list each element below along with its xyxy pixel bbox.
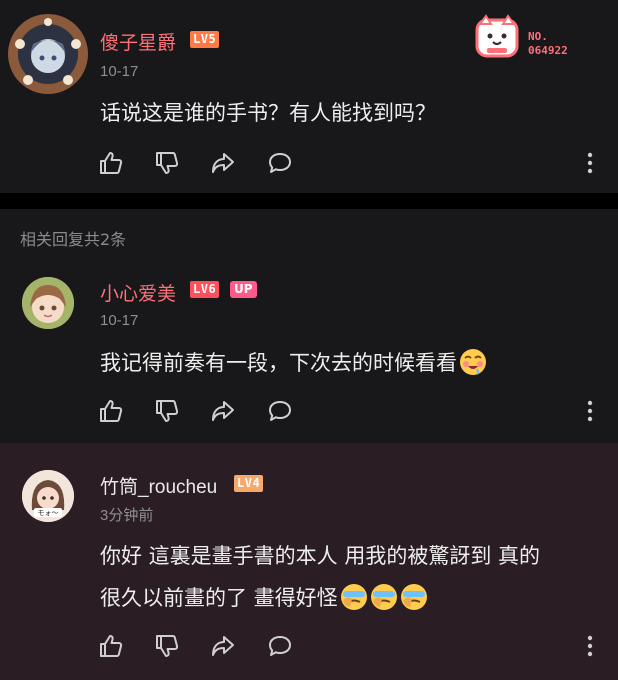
comment-text-line: 很久以前畫的了 畫得好怪 — [100, 577, 610, 619]
up-tag: UP — [230, 281, 257, 298]
comment-bubble-icon — [269, 401, 291, 421]
facepalm-face-icon — [340, 583, 368, 611]
thumbs-down-icon — [156, 400, 179, 422]
level-badge: LV4 — [234, 475, 264, 492]
thumbs-up-icon — [100, 400, 123, 422]
username[interactable]: 小心爱美 — [100, 279, 176, 306]
like-button[interactable] — [98, 398, 124, 424]
dislike-button[interactable] — [154, 633, 180, 659]
avatar-frame-icon — [8, 14, 88, 94]
share-icon — [212, 153, 234, 173]
comment-time: 10-17 — [100, 312, 139, 329]
avatar[interactable]: モォ～ — [22, 470, 74, 522]
share-button[interactable] — [210, 150, 236, 176]
share-icon — [212, 636, 234, 656]
share-button[interactable] — [210, 398, 236, 424]
facepalm-face-icon — [370, 583, 398, 611]
fan-badge-label: NO. — [528, 30, 548, 43]
comment-time: 3分钟前 — [100, 507, 154, 524]
dislike-button[interactable] — [154, 398, 180, 424]
comment-bubble-icon — [269, 636, 291, 656]
level-badge: LV5 — [190, 31, 220, 48]
facepalm-face-icon — [400, 583, 428, 611]
thumbs-down-icon — [156, 635, 179, 657]
comment-text: 你好 這裏是畫手書的本人 用我的被驚訝到 真的 很久以前畫的了 畫得好怪 — [100, 535, 610, 619]
reply-button[interactable] — [267, 398, 293, 424]
fan-badge-number: NO. 064922 — [528, 30, 568, 58]
like-button[interactable] — [98, 150, 124, 176]
svg-text:モォ～: モォ～ — [38, 509, 59, 517]
comment-time: 10-17 — [100, 63, 139, 80]
more-options-icon[interactable] — [587, 152, 593, 174]
cat-fan-badge-icon — [474, 14, 520, 60]
username[interactable]: 竹筒_roucheu — [100, 472, 217, 499]
avatar-image-icon — [22, 277, 74, 329]
comment-text-line-body: 很久以前畫的了 畫得好怪 — [100, 586, 338, 610]
dislike-button[interactable] — [154, 150, 180, 176]
comment-text: 我记得前奏有一段，下次去的时候看看 — [100, 342, 487, 384]
thumbs-down-icon — [156, 152, 179, 174]
fan-badge-value: 064922 — [528, 44, 568, 57]
thumbs-up-icon — [100, 635, 123, 657]
like-button[interactable] — [98, 633, 124, 659]
avatar[interactable] — [8, 14, 88, 94]
username[interactable]: 傻子星爵 — [100, 28, 176, 55]
comment-text-body: 我记得前奏有一段，下次去的时候看看 — [100, 351, 457, 375]
share-button[interactable] — [210, 633, 236, 659]
comment-text-line: 你好 這裏是畫手書的本人 用我的被驚訝到 真的 — [100, 544, 541, 568]
reply-button[interactable] — [267, 633, 293, 659]
more-options-icon[interactable] — [587, 635, 593, 657]
main-comment: 傻子星爵 LV5 10-17 NO. 064922 话说这是谁的手书？有人能找到… — [0, 0, 618, 193]
comment-text: 话说这是谁的手书？有人能找到吗？ — [100, 101, 436, 125]
avatar-image-icon: モォ～ — [22, 470, 74, 522]
reply-button[interactable] — [267, 150, 293, 176]
level-badge: LV6 — [190, 281, 220, 298]
drooling-face-icon — [459, 348, 487, 376]
comment-bubble-icon — [269, 153, 291, 173]
share-icon — [212, 401, 234, 421]
thumbs-up-icon — [100, 152, 123, 174]
replies-count-label: 相关回复共2条 — [20, 230, 127, 249]
avatar[interactable] — [22, 277, 74, 329]
more-options-icon[interactable] — [587, 400, 593, 422]
